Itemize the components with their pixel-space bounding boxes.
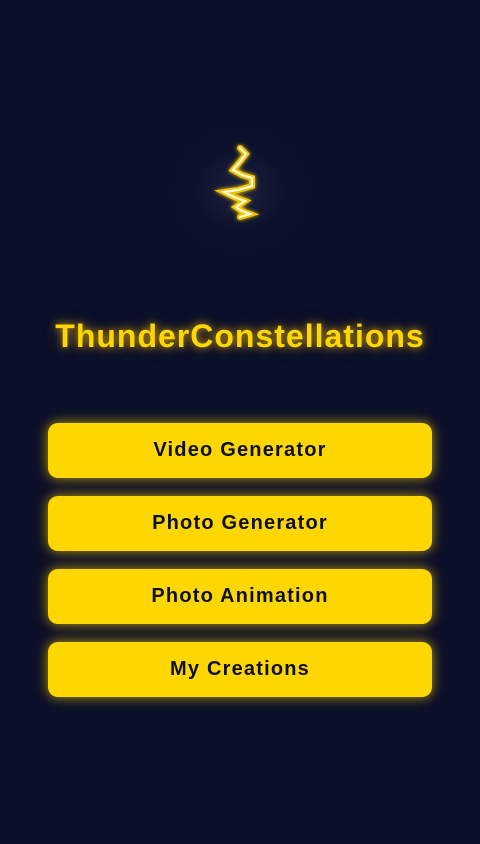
home-screen: ThunderConstellations Video Generator Ph… bbox=[0, 0, 480, 844]
my-creations-button[interactable]: My Creations bbox=[48, 642, 432, 697]
main-menu: Video Generator Photo Generator Photo An… bbox=[48, 423, 432, 715]
photo-generator-button[interactable]: Photo Generator bbox=[48, 496, 432, 551]
lightning-bolt-icon bbox=[214, 145, 260, 220]
photo-animation-button[interactable]: Photo Animation bbox=[48, 569, 432, 624]
app-logo bbox=[170, 125, 310, 255]
app-title: ThunderConstellations bbox=[55, 318, 425, 354]
video-generator-button[interactable]: Video Generator bbox=[48, 423, 432, 478]
